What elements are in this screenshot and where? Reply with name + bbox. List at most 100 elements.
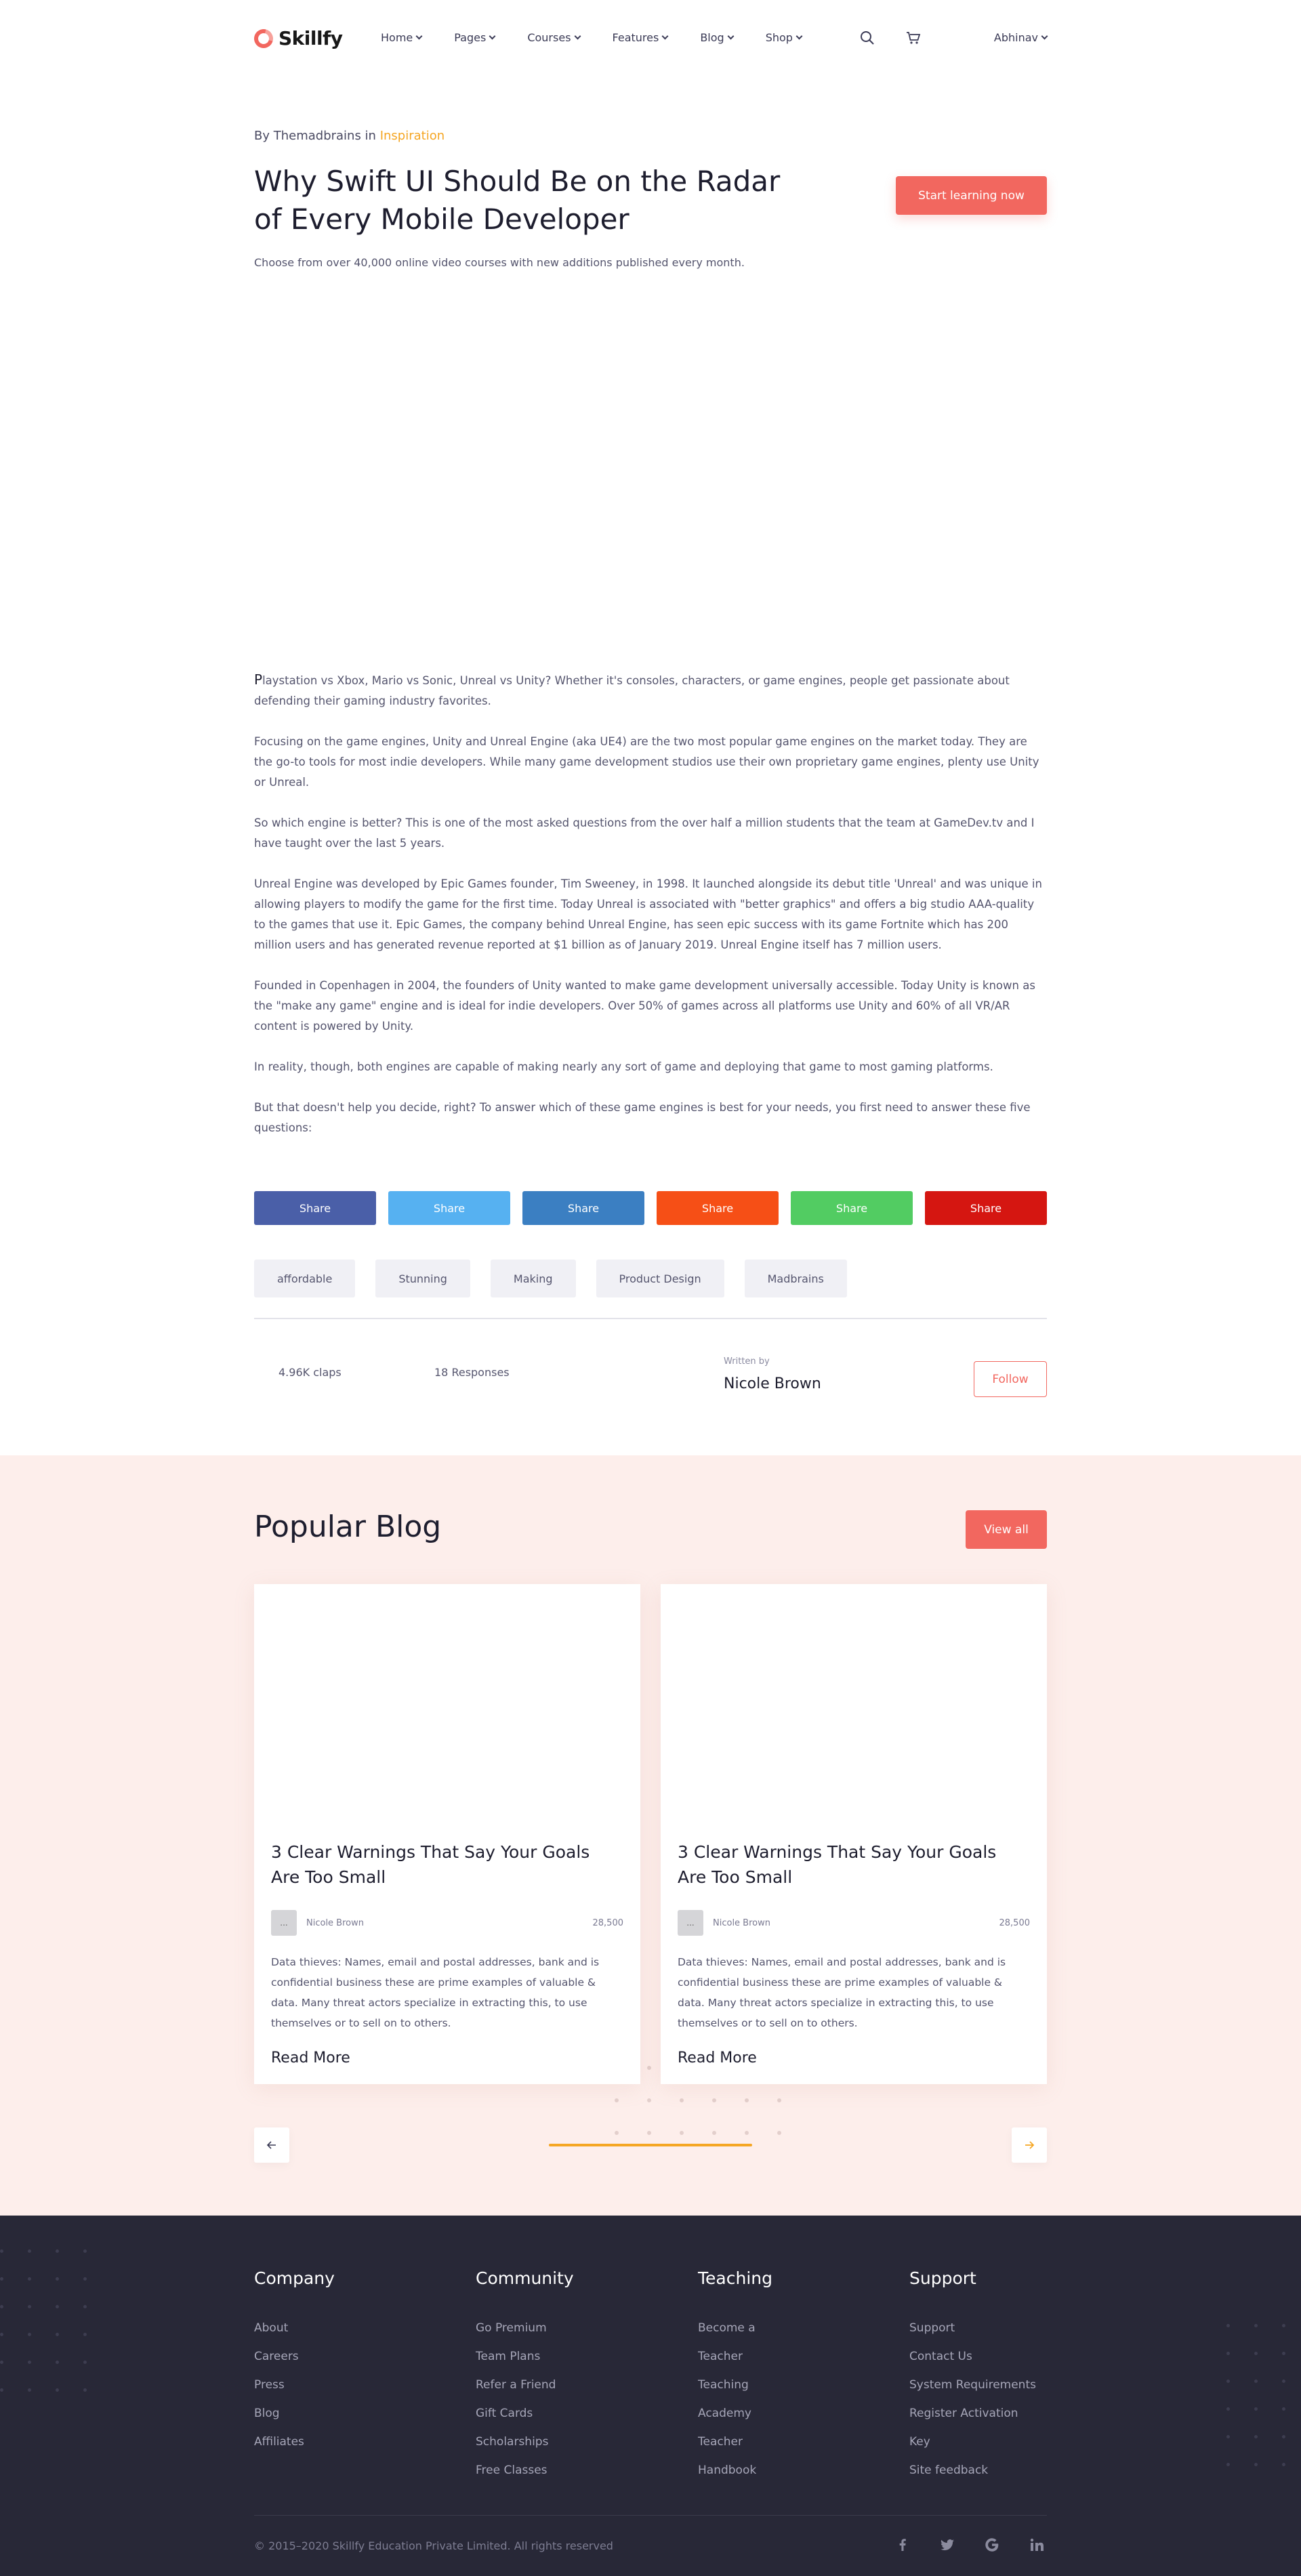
footer-link[interactable]: Affiliates (254, 2434, 335, 2450)
nav-item-shop[interactable]: Shop (765, 31, 803, 44)
footer-link[interactable]: Teacher (698, 2434, 772, 2450)
claps-count[interactable]: 4.96K claps (278, 1366, 342, 1379)
user-menu[interactable]: Abhinav (993, 31, 1048, 44)
article-paragraph: So which engine is better? This is one o… (254, 816, 1035, 850)
footer-link[interactable]: Key (909, 2434, 1036, 2450)
footer-column-community: Community Go Premium Team Plans Refer a … (476, 2268, 574, 2491)
footer-heading: Support (909, 2268, 976, 2288)
chevron-down-icon (489, 33, 496, 40)
footer-link[interactable]: Careers (254, 2349, 335, 2365)
section-title: Popular Blog (254, 1510, 442, 1544)
card-author: Nicole Brown (306, 1917, 364, 1928)
footer-link[interactable]: Scholarships (476, 2434, 574, 2450)
footer-heading: Teaching (698, 2268, 772, 2288)
user-name: Abhinav (993, 31, 1038, 44)
tag[interactable]: affordable (254, 1260, 356, 1297)
footer-link[interactable]: Register Activation (909, 2406, 1036, 2422)
nav-item-courses[interactable]: Courses (527, 31, 581, 44)
footer-link[interactable]: About (254, 2321, 335, 2336)
author-name[interactable]: Nicole Brown (724, 1375, 821, 1392)
twitter-icon[interactable] (939, 2537, 955, 2553)
avatar: ... (271, 1910, 297, 1936)
read-more-link[interactable]: Read More (271, 2050, 350, 2066)
decorative-dots (1226, 2324, 1301, 2466)
linkedin-icon[interactable] (1029, 2537, 1045, 2553)
blog-card[interactable]: 3 Clear Warnings That Say Your Goals Are… (254, 1584, 640, 2084)
share-twitter-button[interactable]: Share (388, 1191, 510, 1225)
view-all-button[interactable]: View all (966, 1510, 1047, 1549)
nav-label: Home (381, 31, 413, 44)
start-learning-button[interactable]: Start learning now (896, 176, 1047, 215)
nav-item-home[interactable]: Home (381, 31, 423, 44)
paragraph-text: laystation vs Xbox, Mario vs Sonic, Unre… (254, 674, 1010, 707)
share-linkedin-button[interactable]: Share (522, 1191, 644, 1225)
footer-link[interactable]: Site feedback (909, 2463, 1036, 2478)
footer-column-teaching: Teaching Become a Teacher Teaching Acade… (698, 2268, 772, 2491)
nav-label: Features (612, 31, 659, 44)
footer-column-support: Support Support Contact Us System Requir… (909, 2268, 1036, 2491)
nav-item-features[interactable]: Features (612, 31, 669, 44)
responses-count[interactable]: 18 Responses (434, 1366, 510, 1379)
footer-link[interactable]: Refer a Friend (476, 2377, 574, 2393)
card-image (254, 1584, 640, 1825)
facebook-icon[interactable] (894, 2537, 911, 2553)
tag[interactable]: Product Design (596, 1260, 724, 1297)
nav-label: Shop (765, 31, 793, 44)
cart-icon[interactable] (905, 30, 922, 46)
nav-label: Blog (700, 31, 724, 44)
tag[interactable]: Madbrains (744, 1260, 847, 1297)
chevron-down-icon (415, 33, 423, 40)
share-row: Share Share Share Share Share Share (254, 1191, 1047, 1225)
footer-link[interactable]: Handbook (698, 2463, 772, 2478)
chevron-down-icon (574, 33, 581, 40)
category-link[interactable]: Inspiration (380, 129, 445, 143)
nav-item-blog[interactable]: Blog (700, 31, 735, 44)
footer-link[interactable]: Become a (698, 2321, 772, 2336)
read-more-link[interactable]: Read More (678, 2050, 757, 2066)
article-body: Playstation vs Xbox, Mario vs Sonic, Unr… (254, 669, 1047, 1159)
tag[interactable]: Making (490, 1260, 576, 1297)
footer-divider (254, 2515, 1047, 2516)
share-facebook-button[interactable]: Share (254, 1191, 376, 1225)
footer-link[interactable]: Press (254, 2377, 335, 2393)
footer-link[interactable]: Go Premium (476, 2321, 574, 2336)
byline-prefix: By Themadbrains in (254, 129, 376, 143)
nav-label: Courses (527, 31, 571, 44)
footer-link[interactable]: Free Classes (476, 2463, 574, 2478)
footer-link[interactable]: Academy (698, 2406, 772, 2422)
footer-link[interactable]: Contact Us (909, 2349, 1036, 2365)
chevron-down-icon (661, 33, 669, 40)
chevron-down-icon (727, 33, 735, 40)
article-paragraph: Playstation vs Xbox, Mario vs Sonic, Unr… (254, 669, 1047, 711)
footer-column-company: Company About Careers Press Blog Affilia… (254, 2268, 335, 2463)
article-paragraph: But that doesn't help you decide, right?… (254, 1101, 1031, 1134)
site-header: Skillfy Home Pages Courses Features Blog… (0, 0, 1301, 78)
card-image (661, 1584, 1047, 1825)
card-meta: ... Nicole Brown 28,500 (678, 1910, 1030, 1936)
decorative-dots (0, 2249, 87, 2392)
search-icon[interactable] (859, 30, 875, 46)
dropcap: P (254, 671, 263, 688)
share-reddit-button[interactable]: Share (657, 1191, 779, 1225)
nav-item-pages[interactable]: Pages (454, 31, 496, 44)
card-title[interactable]: 3 Clear Warnings That Say Your Goals Are… (678, 1840, 1030, 1890)
share-pinterest-button[interactable]: Share (925, 1191, 1047, 1225)
nav-label: Pages (454, 31, 487, 44)
footer-link[interactable]: Team Plans (476, 2349, 574, 2365)
carousel-next-button[interactable] (1012, 2127, 1047, 2163)
footer-link[interactable]: Teacher (698, 2349, 772, 2365)
tag[interactable]: Stunning (375, 1260, 470, 1297)
footer-heading: Company (254, 2268, 335, 2288)
carousel-prev-button[interactable] (254, 2127, 289, 2163)
footer-link[interactable]: Gift Cards (476, 2406, 574, 2422)
footer-link[interactable]: System Requirements (909, 2377, 1036, 2393)
google-icon[interactable] (984, 2537, 1000, 2553)
follow-button[interactable]: Follow (974, 1361, 1047, 1397)
footer-link[interactable]: Support (909, 2321, 1036, 2336)
blog-card[interactable]: 3 Clear Warnings That Say Your Goals Are… (661, 1584, 1047, 2084)
card-title[interactable]: 3 Clear Warnings That Say Your Goals Are… (271, 1840, 623, 1890)
footer-link[interactable]: Blog (254, 2406, 335, 2422)
logo[interactable]: Skillfy (250, 25, 343, 51)
share-whatsapp-button[interactable]: Share (791, 1191, 913, 1225)
footer-link[interactable]: Teaching (698, 2377, 772, 2393)
